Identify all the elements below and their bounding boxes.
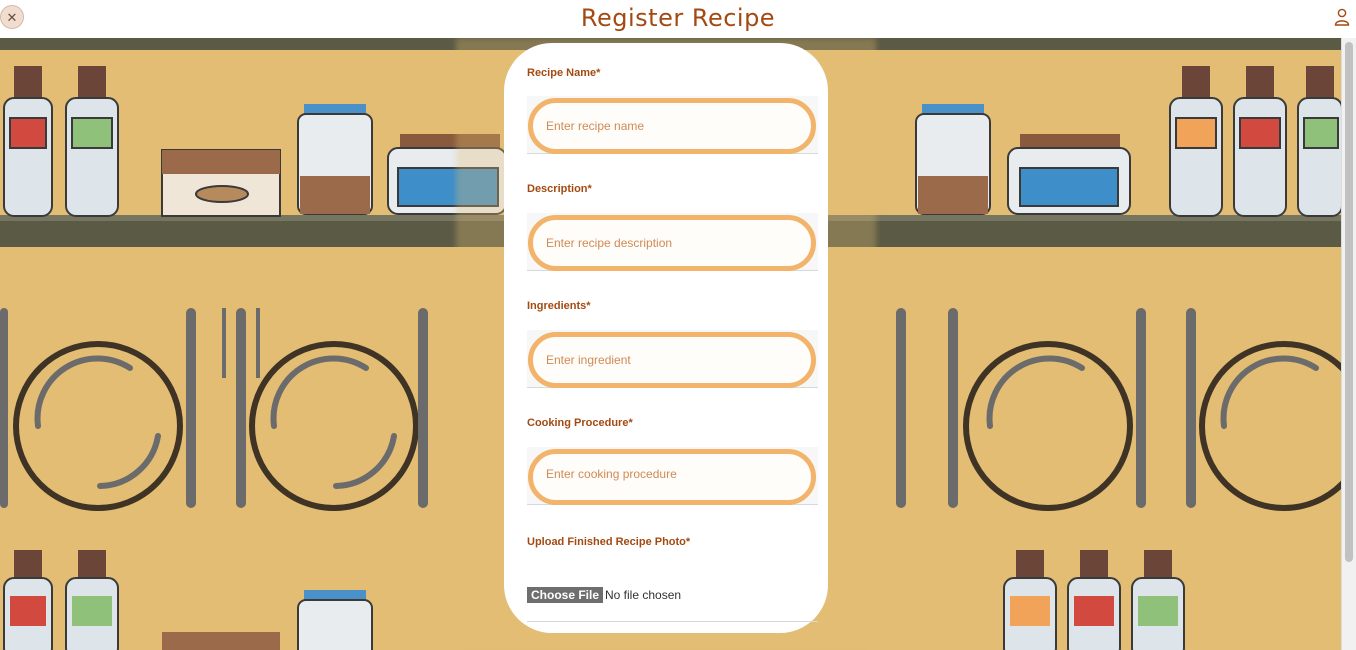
description-input[interactable] [528, 215, 816, 271]
recipe-name-input[interactable] [528, 98, 816, 154]
recipe-name-label: Recipe Name* [527, 67, 601, 79]
page-title: Register Recipe [580, 4, 776, 32]
page-scrollbar[interactable] [1341, 38, 1356, 650]
description-field-container [527, 213, 818, 271]
cooking-procedure-field-container [527, 447, 818, 505]
photo-upload-field: Choose File No file chosen [527, 586, 818, 622]
photo-upload-label: Upload Finished Recipe Photo* [527, 536, 691, 548]
user-icon[interactable] [1334, 8, 1350, 26]
cooking-procedure-label: Cooking Procedure* [527, 417, 633, 429]
recipe-name-field-container [527, 96, 818, 154]
ingredients-field-container [527, 330, 818, 388]
choose-file-button[interactable]: Choose File [527, 587, 604, 603]
description-label: Description* [527, 183, 592, 195]
register-recipe-form: Recipe Name* Description* Ingredients* C… [504, 43, 828, 633]
scrollbar-thumb[interactable] [1345, 42, 1353, 562]
top-header: ✕ Register Recipe [0, 0, 1356, 38]
ingredient-input[interactable] [528, 332, 816, 388]
ingredients-label: Ingredients* [527, 300, 591, 312]
file-status-text: No file chosen [605, 588, 682, 602]
cooking-procedure-textarea[interactable] [528, 449, 816, 505]
